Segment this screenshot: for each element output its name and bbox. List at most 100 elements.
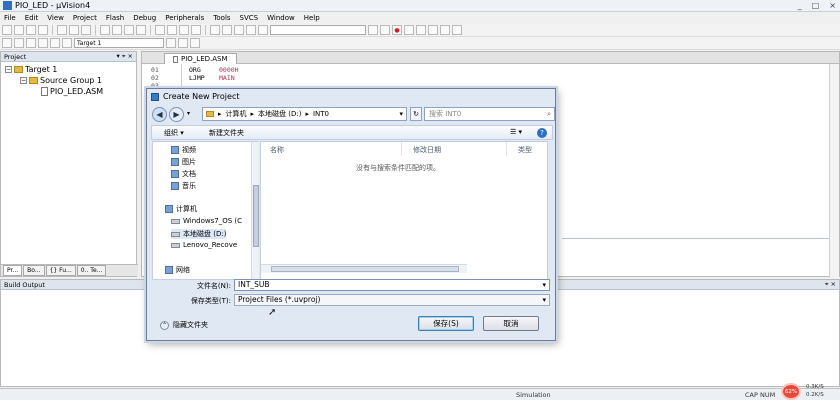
paste-icon[interactable] <box>81 25 91 35</box>
nav-scroll-thumb[interactable] <box>253 185 259 247</box>
stop-build-icon[interactable] <box>50 38 60 48</box>
prev-bookmark-icon[interactable] <box>167 25 177 35</box>
nav-item-pictures[interactable]: 图片 <box>171 157 196 167</box>
find-icon[interactable] <box>368 25 378 35</box>
menu-flash[interactable]: Flash <box>106 14 124 22</box>
manage-project-icon[interactable] <box>178 38 188 48</box>
tab-functions[interactable]: {} Fu... <box>45 265 76 276</box>
column-divider[interactable] <box>506 142 507 156</box>
find-combo[interactable] <box>270 25 366 35</box>
chevron-down-icon[interactable]: ▾ <box>542 280 546 290</box>
debug-session-icon[interactable]: ● <box>392 25 402 35</box>
column-divider[interactable] <box>401 142 402 156</box>
kill-breakpoints-icon[interactable] <box>428 25 438 35</box>
menu-window[interactable]: Window <box>267 14 295 22</box>
refresh-icon[interactable]: ↻ <box>410 107 422 121</box>
chevron-down-icon[interactable]: ▾ <box>542 295 546 305</box>
address-bar[interactable]: ▸ 计算机 ▸ 本地磁盘 (D:) ▸ INT0 ▾ <box>202 107 407 121</box>
search-input[interactable]: 搜索 INT0 ⌕ <box>424 107 555 121</box>
bookmark-icon[interactable] <box>155 25 165 35</box>
save-icon[interactable] <box>26 25 36 35</box>
redo-icon[interactable] <box>112 25 122 35</box>
tab-project[interactable]: Pr... <box>3 265 23 276</box>
menu-edit[interactable]: Edit <box>25 14 39 22</box>
breadcrumb-folder[interactable]: INT0 <box>313 110 329 118</box>
view-options-icon[interactable]: ☰ ▾ <box>510 128 522 136</box>
undo-icon[interactable] <box>100 25 110 35</box>
indent-icon[interactable] <box>210 25 220 35</box>
cut-icon[interactable] <box>57 25 67 35</box>
help-icon[interactable]: ? <box>537 128 547 138</box>
address-dropdown-icon[interactable]: ▾ <box>399 110 403 118</box>
batch-build-icon[interactable] <box>38 38 48 48</box>
menu-tools[interactable]: Tools <box>213 14 230 22</box>
next-bookmark-icon[interactable] <box>179 25 189 35</box>
collapse-icon[interactable]: − <box>5 66 12 73</box>
find-in-files-icon[interactable] <box>258 25 268 35</box>
forward-arrow-icon[interactable]: ▶ <box>169 107 184 122</box>
nav-item-videos[interactable]: 视频 <box>171 145 196 155</box>
save-button[interactable]: 保存(S) <box>418 316 474 331</box>
tab-templates[interactable]: 0.. Te... <box>76 265 107 276</box>
copy-icon[interactable] <box>69 25 79 35</box>
nav-back-icon[interactable] <box>124 25 134 35</box>
menu-svcs[interactable]: SVCS <box>240 14 259 22</box>
menu-help[interactable]: Help <box>304 14 320 22</box>
close-button[interactable]: × <box>829 1 836 10</box>
new-folder-button[interactable]: 新建文件夹 <box>209 128 244 138</box>
target-select[interactable]: Target 1 <box>74 38 164 48</box>
column-date[interactable]: 修改日期 <box>413 145 441 155</box>
window-layout-icon[interactable] <box>440 25 450 35</box>
maximize-button[interactable]: □ <box>812 1 820 10</box>
menu-file[interactable]: File <box>4 14 16 22</box>
column-name[interactable]: 名称 <box>270 145 284 155</box>
cancel-button[interactable]: 取消 <box>483 316 539 331</box>
menu-view[interactable]: View <box>47 14 64 22</box>
filename-input[interactable]: INT_SUB ▾ <box>234 279 550 291</box>
breadcrumb-drive[interactable]: 本地磁盘 (D:) <box>258 109 301 119</box>
tree-item-source-group[interactable]: − Source Group 1 <box>20 76 102 85</box>
new-file-icon[interactable] <box>2 25 12 35</box>
file-list-hscroll[interactable] <box>261 264 467 273</box>
build-icon[interactable] <box>14 38 24 48</box>
tree-item-file[interactable]: PIO_LED.ASM <box>41 87 103 96</box>
tree-item-target[interactable]: − Target 1 <box>5 65 57 74</box>
organize-button[interactable]: 组织 ▾ <box>164 128 184 138</box>
target-options-icon[interactable] <box>166 38 176 48</box>
nav-scrollbar[interactable] <box>251 142 259 281</box>
uncomment-icon[interactable] <box>246 25 256 35</box>
recent-dropdown-icon[interactable]: ▾ <box>187 110 190 117</box>
menu-debug[interactable]: Debug <box>133 14 156 22</box>
hide-folders-toggle[interactable]: ⌃ 隐藏文件夹 <box>160 320 208 330</box>
nav-item-drive-c[interactable]: Windows7_OS (C <box>171 217 242 225</box>
editor-scrollbar[interactable] <box>829 64 839 278</box>
nav-item-computer[interactable]: 计算机 <box>165 204 197 214</box>
translate-icon[interactable] <box>2 38 12 48</box>
configure-icon[interactable] <box>452 25 462 35</box>
manage-components-icon[interactable] <box>190 38 200 48</box>
incremental-find-icon[interactable] <box>380 25 390 35</box>
breakpoint-icon[interactable] <box>404 25 414 35</box>
nav-forward-icon[interactable] <box>136 25 146 35</box>
nav-item-music[interactable]: 音乐 <box>171 181 196 191</box>
breadcrumb-computer[interactable]: 计算机 <box>226 109 247 119</box>
download-icon[interactable] <box>62 38 72 48</box>
pane-pin-icon[interactable]: ▾ ⌖ × <box>116 52 133 61</box>
menu-peripherals[interactable]: Peripherals <box>165 14 204 22</box>
menu-project[interactable]: Project <box>73 14 97 22</box>
save-all-icon[interactable] <box>38 25 48 35</box>
column-type[interactable]: 类型 <box>518 145 532 155</box>
filetype-select[interactable]: Project Files (*.uvproj) ▾ <box>234 294 550 306</box>
open-file-icon[interactable] <box>14 25 24 35</box>
minimize-button[interactable]: _ <box>798 1 802 10</box>
nav-item-drive-d[interactable]: 本地磁盘 (D:) <box>171 229 227 239</box>
comment-icon[interactable] <box>234 25 244 35</box>
nav-item-documents[interactable]: 文档 <box>171 169 196 179</box>
hscroll-thumb[interactable] <box>271 266 459 272</box>
unindent-icon[interactable] <box>222 25 232 35</box>
nav-item-recovery[interactable]: Lenovo_Recove <box>171 241 237 249</box>
collapse-icon[interactable]: − <box>20 77 27 84</box>
clear-bookmarks-icon[interactable] <box>191 25 201 35</box>
tab-books[interactable]: Bo... <box>23 265 45 276</box>
nav-item-network[interactable]: 网络 <box>165 265 190 275</box>
